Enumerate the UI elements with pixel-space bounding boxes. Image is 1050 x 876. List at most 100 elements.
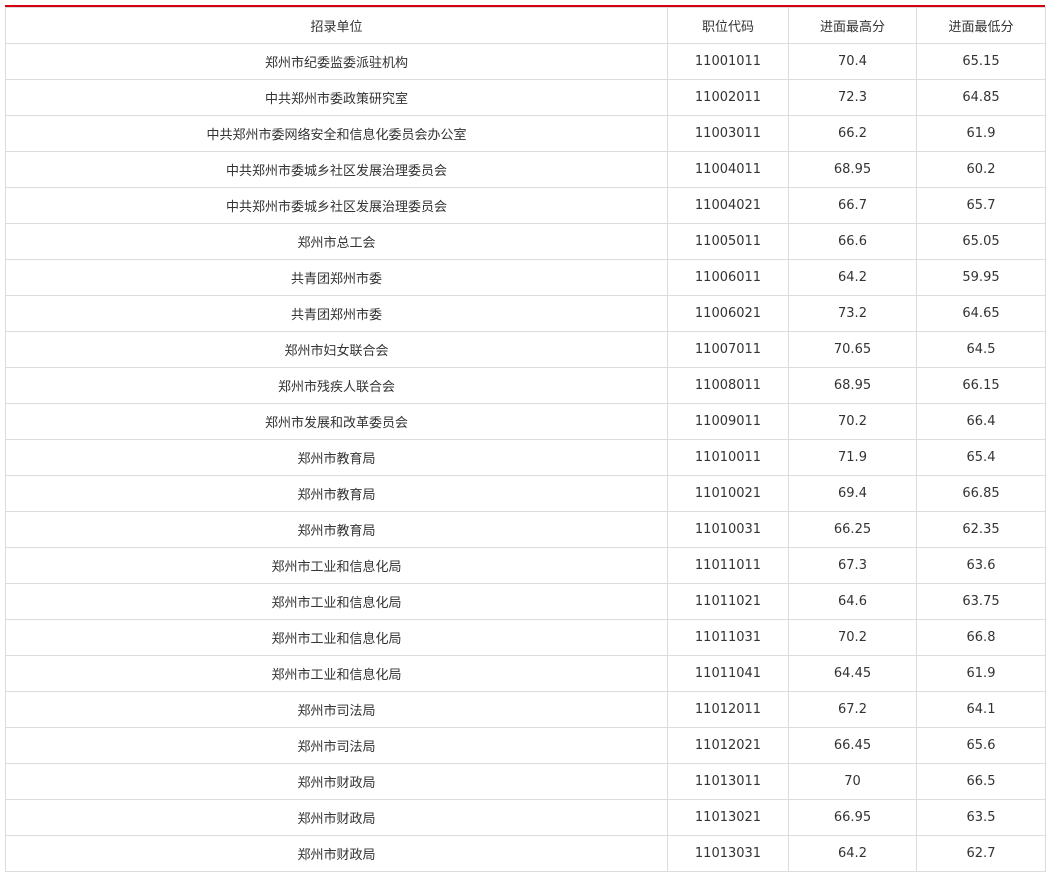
header-unit: 招录单位	[5, 7, 668, 44]
cell-unit: 郑州市工业和信息化局	[5, 547, 668, 584]
cell-min-score: 66.8	[916, 619, 1046, 656]
table-row: 郑州市工业和信息化局 11011021 64.6 63.75	[5, 583, 1046, 620]
table-row: 郑州市妇女联合会 11007011 70.65 64.5	[5, 331, 1046, 368]
table-row: 郑州市教育局 11010011 71.9 65.4	[5, 439, 1046, 476]
cell-position-code: 11003011	[667, 115, 789, 152]
cell-min-score: 64.65	[916, 295, 1046, 332]
cell-max-score: 69.4	[788, 475, 917, 512]
table-row: 郑州市教育局 11010031 66.25 62.35	[5, 511, 1046, 548]
cell-max-score: 64.2	[788, 835, 917, 872]
cell-position-code: 11012011	[667, 691, 789, 728]
table-row: 共青团郑州市委 11006011 64.2 59.95	[5, 259, 1046, 296]
cell-max-score: 68.95	[788, 151, 917, 188]
cell-min-score: 64.85	[916, 79, 1046, 116]
cell-position-code: 11013021	[667, 799, 789, 836]
cell-min-score: 61.9	[916, 115, 1046, 152]
cell-unit: 郑州市教育局	[5, 511, 668, 548]
cell-min-score: 60.2	[916, 151, 1046, 188]
cell-min-score: 63.75	[916, 583, 1046, 620]
cell-min-score: 64.1	[916, 691, 1046, 728]
cell-min-score: 66.4	[916, 403, 1046, 440]
cell-max-score: 71.9	[788, 439, 917, 476]
cell-min-score: 65.7	[916, 187, 1046, 224]
cell-unit: 郑州市工业和信息化局	[5, 583, 668, 620]
cell-unit: 郑州市财政局	[5, 763, 668, 800]
cell-position-code: 11008011	[667, 367, 789, 404]
cell-position-code: 11002011	[667, 79, 789, 116]
cell-unit: 郑州市教育局	[5, 475, 668, 512]
table-row: 中共郑州市委网络安全和信息化委员会办公室 11003011 66.2 61.9	[5, 115, 1046, 152]
cell-position-code: 11001011	[667, 43, 789, 80]
cell-min-score: 64.5	[916, 331, 1046, 368]
cell-position-code: 11009011	[667, 403, 789, 440]
cell-position-code: 11010021	[667, 475, 789, 512]
cell-max-score: 68.95	[788, 367, 917, 404]
table-row: 中共郑州市委城乡社区发展治理委员会 11004021 66.7 65.7	[5, 187, 1046, 224]
cell-unit: 中共郑州市委政策研究室	[5, 79, 668, 116]
table-row: 郑州市司法局 11012011 67.2 64.1	[5, 691, 1046, 728]
cell-unit: 中共郑州市委城乡社区发展治理委员会	[5, 187, 668, 224]
cell-position-code: 11006011	[667, 259, 789, 296]
cell-max-score: 70.65	[788, 331, 917, 368]
cell-max-score: 70	[788, 763, 917, 800]
cell-min-score: 66.15	[916, 367, 1046, 404]
cell-max-score: 73.2	[788, 295, 917, 332]
cell-unit: 郑州市财政局	[5, 835, 668, 872]
cell-unit: 郑州市纪委监委派驻机构	[5, 43, 668, 80]
cell-position-code: 11011021	[667, 583, 789, 620]
cell-min-score: 65.4	[916, 439, 1046, 476]
cell-max-score: 64.6	[788, 583, 917, 620]
cell-unit: 郑州市妇女联合会	[5, 331, 668, 368]
cell-max-score: 67.2	[788, 691, 917, 728]
cell-min-score: 59.95	[916, 259, 1046, 296]
cell-max-score: 66.25	[788, 511, 917, 548]
cell-max-score: 72.3	[788, 79, 917, 116]
cell-max-score: 70.2	[788, 403, 917, 440]
table-row: 共青团郑州市委 11006021 73.2 64.65	[5, 295, 1046, 332]
cell-min-score: 66.85	[916, 475, 1046, 512]
table-row: 郑州市财政局 11013031 64.2 62.7	[5, 835, 1046, 872]
cell-max-score: 66.95	[788, 799, 917, 836]
cell-position-code: 11007011	[667, 331, 789, 368]
cell-min-score: 65.15	[916, 43, 1046, 80]
table-row: 郑州市财政局 11013021 66.95 63.5	[5, 799, 1046, 836]
cell-unit: 郑州市教育局	[5, 439, 668, 476]
cell-min-score: 62.35	[916, 511, 1046, 548]
table-header-row: 招录单位 职位代码 进面最高分 进面最低分	[5, 7, 1046, 44]
cell-unit: 郑州市司法局	[5, 727, 668, 764]
table-row: 中共郑州市委城乡社区发展治理委员会 11004011 68.95 60.2	[5, 151, 1046, 188]
table-row: 郑州市总工会 11005011 66.6 65.05	[5, 223, 1046, 260]
cell-position-code: 11013011	[667, 763, 789, 800]
cell-max-score: 67.3	[788, 547, 917, 584]
cell-position-code: 11011011	[667, 547, 789, 584]
table-row: 郑州市工业和信息化局 11011011 67.3 63.6	[5, 547, 1046, 584]
cell-position-code: 11010011	[667, 439, 789, 476]
cell-unit: 中共郑州市委网络安全和信息化委员会办公室	[5, 115, 668, 152]
cell-position-code: 11013031	[667, 835, 789, 872]
score-table: 招录单位 职位代码 进面最高分 进面最低分 郑州市纪委监委派驻机构 1100101…	[5, 7, 1046, 872]
cell-max-score: 70.4	[788, 43, 917, 80]
header-max-score: 进面最高分	[788, 7, 917, 44]
cell-position-code: 11004011	[667, 151, 789, 188]
cell-unit: 郑州市工业和信息化局	[5, 619, 668, 656]
cell-unit: 郑州市司法局	[5, 691, 668, 728]
cell-position-code: 11004021	[667, 187, 789, 224]
cell-position-code: 11005011	[667, 223, 789, 260]
cell-position-code: 11010031	[667, 511, 789, 548]
table-row: 郑州市残疾人联合会 11008011 68.95 66.15	[5, 367, 1046, 404]
cell-unit: 郑州市总工会	[5, 223, 668, 260]
cell-max-score: 64.2	[788, 259, 917, 296]
cell-unit: 郑州市财政局	[5, 799, 668, 836]
header-position-code: 职位代码	[667, 7, 789, 44]
cell-unit: 郑州市工业和信息化局	[5, 655, 668, 692]
header-min-score: 进面最低分	[916, 7, 1046, 44]
table-row: 郑州市工业和信息化局 11011041 64.45 61.9	[5, 655, 1046, 692]
cell-unit: 中共郑州市委城乡社区发展治理委员会	[5, 151, 668, 188]
table-row: 郑州市工业和信息化局 11011031 70.2 66.8	[5, 619, 1046, 656]
cell-unit: 郑州市发展和改革委员会	[5, 403, 668, 440]
cell-max-score: 66.6	[788, 223, 917, 260]
cell-min-score: 65.05	[916, 223, 1046, 260]
cell-position-code: 11006021	[667, 295, 789, 332]
cell-max-score: 70.2	[788, 619, 917, 656]
table-row: 郑州市财政局 11013011 70 66.5	[5, 763, 1046, 800]
